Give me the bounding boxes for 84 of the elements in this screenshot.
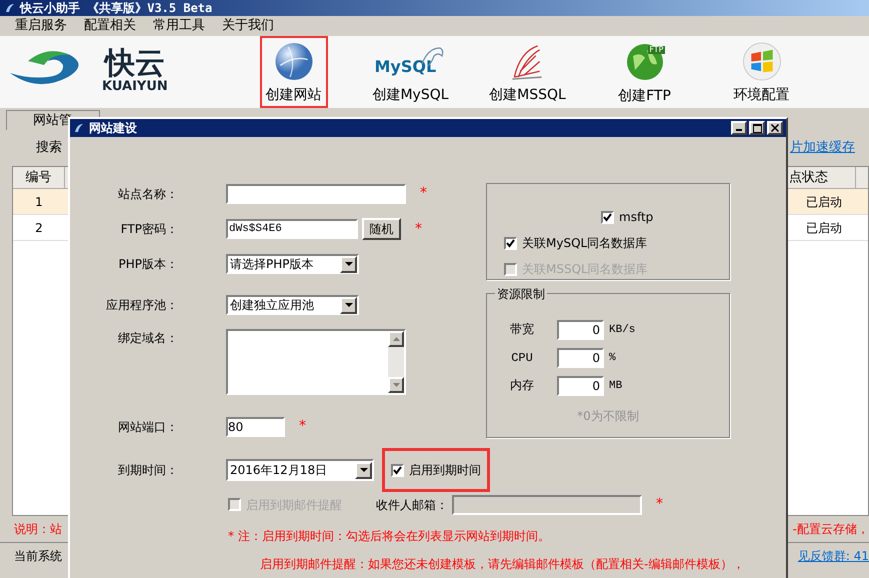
maximize-button[interactable] [749,121,765,135]
date-field[interactable]: 2016年12月18日 [226,459,374,481]
logo-title: 快云 [104,48,165,79]
unit-label: KB/s [609,322,636,338]
resource-label: 内存 [509,378,535,395]
down-arrow-icon [392,383,400,387]
random-button[interactable]: 随机 [362,218,401,240]
toolbar-button[interactable]: FTP 创建FTP [612,36,677,108]
dropdown-field[interactable]: 创建独立应用池 [226,295,359,315]
port-field[interactable]: 80 [226,416,285,436]
number-field[interactable]: 0 [557,348,604,368]
number-field[interactable]: 0 [557,320,604,340]
table-cell-text: 已启动 [805,194,843,211]
text-area[interactable] [226,329,406,395]
checkbox-label: 启用到期时间 [409,462,481,479]
app-icon [73,122,85,134]
note-text: 启用到期邮件提醒：如果您还未创建模板，请先编辑邮件模板（配置相关-编辑邮件模板）， [260,556,746,573]
field-label: 绑定域名： [117,330,178,347]
field-label: 收件人邮箱： [376,496,448,514]
minimize-icon [736,129,742,131]
note-text: 说明：站 [14,521,62,538]
cache-link[interactable]: 片加速缓存 [790,138,855,158]
status-text: 当前系统 [14,548,62,564]
toolbar-button[interactable]: 环境配置 [728,36,796,108]
toolbar-button[interactable]: 创建MSSQL [483,36,572,108]
maximize-icon [752,124,762,132]
window-title: 快云小助手 《共享版》V3.5 Beta [20,2,212,14]
checkbox-label: 关联MySQL同名数据库 [522,235,648,252]
note-text: * 注：启用到期时间：勾选后将会在列表显示网站到期时间。 [228,528,551,545]
dropdown-button[interactable] [355,462,372,478]
close-icon [771,124,779,132]
checkbox[interactable] [504,236,517,250]
resource-label: 带宽 [509,322,535,339]
caret-icon [344,303,352,307]
column-header: 编号 [13,167,65,188]
caret-icon [344,262,352,266]
dropdown-field[interactable]: 请选择PHP版本 [226,254,359,274]
unit-label: MB [609,378,622,394]
scrollbar[interactable] [388,331,404,393]
unit-label: % [609,350,616,366]
globe-icon [274,42,314,81]
menu-item[interactable]: 重启服务 [15,16,67,36]
email-field[interactable] [452,494,642,514]
field-label: FTP密码： [120,221,178,238]
table-cell-text: 已启动 [805,220,843,237]
checkbox[interactable] [601,210,614,224]
group-title: 资源限制 [495,285,547,303]
toolbar-button[interactable]: MySQL 创建MySQL [366,36,455,108]
caret-icon [360,468,368,472]
field-label: 网站端口： [117,418,178,436]
resource-label: CPU [510,350,534,367]
checkbox[interactable] [391,464,404,476]
number-field[interactable]: 0 [557,376,604,396]
windows-logo-icon [742,42,782,81]
required-mark: * [415,220,422,238]
field-label: PHP版本： [118,256,178,273]
note-text: -配置云存储， [792,521,869,538]
menu-item[interactable]: 配置相关 [84,16,136,36]
logo-subtitle: KUAIYUN [102,78,168,96]
feedback-link[interactable]: 见反馈群: 41 [798,546,869,564]
ftp-logo: FTP [624,42,664,82]
required-mark: * [420,184,427,203]
password-field[interactable]: dWs$S4E6 [226,219,358,239]
close-button[interactable] [767,121,783,135]
menu-item[interactable]: 常用工具 [153,16,205,36]
field-label: 到期时间： [117,462,178,479]
table-cell-text: 2 [34,220,44,237]
field-label: 站点名称： [117,186,178,202]
required-mark: * [656,495,663,514]
app-icon [4,2,16,14]
dropdown-button[interactable] [340,296,357,314]
table-cell-text: 1 [34,194,44,211]
search-label: 搜索 [36,139,62,158]
checkbox-label: msftp [619,209,654,226]
database-logo: MySQL [374,42,446,81]
required-mark: * [299,417,306,436]
toolbar-button[interactable]: 创建网站 [260,36,328,108]
up-arrow-icon [392,337,400,341]
minimize-button[interactable] [731,121,747,135]
hint-text: *0为不限制 [576,408,640,425]
dropdown-button[interactable] [340,256,357,272]
text-field[interactable] [226,184,406,204]
menu-item[interactable]: 关于我们 [222,16,274,36]
field-label: 应用程序池： [105,297,178,314]
